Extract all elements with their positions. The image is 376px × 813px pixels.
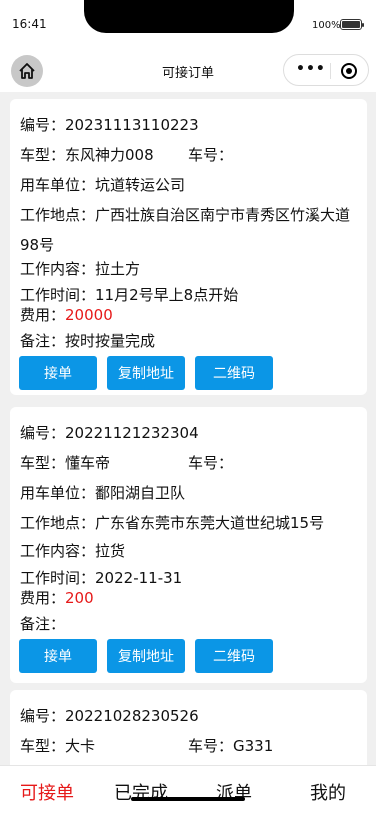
action-buttons: 接单 复制地址 二维码 (19, 639, 273, 673)
unit: 鄱阳湖自卫队 (95, 484, 186, 502)
accept-button[interactable]: 接单 (19, 639, 97, 673)
battery-percent: 100% (312, 20, 341, 31)
unit: 坑道转运公司 (95, 176, 186, 194)
time-row: 工作时间：2022-11-31 (20, 568, 182, 588)
tab-completed[interactable]: 已完成 (114, 779, 168, 805)
fee: 200 (65, 589, 94, 607)
fee-label: 费用： (20, 589, 66, 607)
fee-row: 费用：200 (20, 588, 94, 608)
unit-row: 用车单位：坑道转运公司 (20, 175, 185, 195)
note-label: 备注： (20, 615, 66, 633)
car-type: 东风神力008 (65, 146, 154, 164)
order-number: 20221028230526 (65, 707, 199, 725)
fee: 20000 (65, 306, 113, 324)
nav-bar: 可接订单 ••• (0, 50, 376, 92)
content: 拉货 (95, 542, 126, 560)
content-row: 工作内容：拉土方 (20, 259, 140, 279)
action-buttons: 接单 复制地址 二维码 (19, 356, 273, 390)
content: 拉土方 (95, 260, 141, 278)
order-number: 20231113110223 (65, 116, 199, 134)
order-number-label: 编号： (20, 707, 66, 725)
status-bar: 16:41 100% (0, 0, 376, 50)
order-number-row: 编号：20221028230526 (20, 706, 199, 726)
tab-available-orders[interactable]: 可接单 (20, 779, 74, 805)
home-indicator (131, 797, 245, 801)
note-row: 备注： (20, 614, 65, 634)
place-row: 工作地点：广东省东莞市东莞大道世纪城15号 (20, 513, 324, 533)
car-type-label: 车型： (20, 146, 66, 164)
place: 广东省东莞市东莞大道世纪城15号 (95, 514, 325, 532)
copy-address-button[interactable]: 复制地址 (107, 356, 185, 390)
close-target-icon[interactable] (341, 63, 357, 79)
plate-label: 车号： (188, 737, 234, 755)
place-row: 工作地点：广西壮族自治区南宁市青秀区竹溪大道98号 (20, 200, 362, 260)
qrcode-button[interactable]: 二维码 (195, 356, 273, 390)
car-type-label: 车型： (20, 737, 66, 755)
car-row: 车型：大卡 车号：G331 (20, 736, 273, 756)
car-type: 懂车帝 (65, 454, 111, 472)
time-label: 工作时间： (20, 286, 96, 304)
car-row: 车型：东风神力008 车号： (20, 145, 233, 165)
order-number: 20221121232304 (65, 424, 199, 442)
plate: G331 (233, 737, 274, 755)
work-time: 2022-11-31 (95, 569, 183, 587)
time-label: 工作时间： (20, 569, 96, 587)
plate-label: 车号： (188, 454, 234, 472)
car-type-label: 车型： (20, 454, 66, 472)
tab-mine[interactable]: 我的 (310, 779, 346, 805)
order-list: 编号：20231113110223 车型：东风神力008 车号： 用车单位：坑道… (0, 92, 376, 765)
accept-button[interactable]: 接单 (19, 356, 97, 390)
content-label: 工作内容： (20, 260, 96, 278)
tab-bar: 可接单 已完成 派单 我的 (0, 765, 376, 813)
order-number-row: 编号：20221121232304 (20, 423, 199, 443)
fee-row: 费用：20000 (20, 305, 113, 325)
fee-label: 费用： (20, 306, 66, 324)
car-row: 车型：懂车帝 车号： (20, 453, 233, 473)
device-notch (84, 0, 294, 33)
unit-label: 用车单位： (20, 176, 96, 194)
order-number-label: 编号： (20, 116, 66, 134)
order-card: 编号：20221028230526 车型：大卡 车号：G331 (10, 690, 367, 765)
place-label: 工作地点： (20, 206, 96, 224)
note: 按时按量完成 (65, 332, 156, 350)
content-label: 工作内容： (20, 542, 96, 560)
order-card: 编号：20221121232304 车型：懂车帝 车号： 用车单位：鄱阳湖自卫队… (10, 407, 367, 683)
note-row: 备注：按时按量完成 (20, 331, 155, 351)
work-time: 11月2号早上8点开始 (95, 286, 239, 304)
unit-row: 用车单位：鄱阳湖自卫队 (20, 483, 185, 503)
order-number-label: 编号： (20, 424, 66, 442)
time-row: 工作时间：11月2号早上8点开始 (20, 285, 238, 305)
unit-label: 用车单位： (20, 484, 96, 502)
place-label: 工作地点： (20, 514, 96, 532)
plate-label: 车号： (188, 146, 234, 164)
more-icon[interactable]: ••• (296, 61, 326, 77)
note-label: 备注： (20, 332, 66, 350)
battery-icon (340, 19, 364, 30)
copy-address-button[interactable]: 复制地址 (107, 639, 185, 673)
qrcode-button[interactable]: 二维码 (195, 639, 273, 673)
order-card: 编号：20231113110223 车型：东风神力008 车号： 用车单位：坑道… (10, 99, 367, 395)
car-type: 大卡 (65, 737, 96, 755)
content-row: 工作内容：拉货 (20, 541, 125, 561)
miniprogram-capsule: ••• (283, 54, 369, 86)
tab-dispatch[interactable]: 派单 (216, 779, 252, 805)
status-time: 16:41 (12, 17, 47, 31)
order-number-row: 编号：20231113110223 (20, 115, 199, 135)
capsule-divider (330, 63, 331, 79)
